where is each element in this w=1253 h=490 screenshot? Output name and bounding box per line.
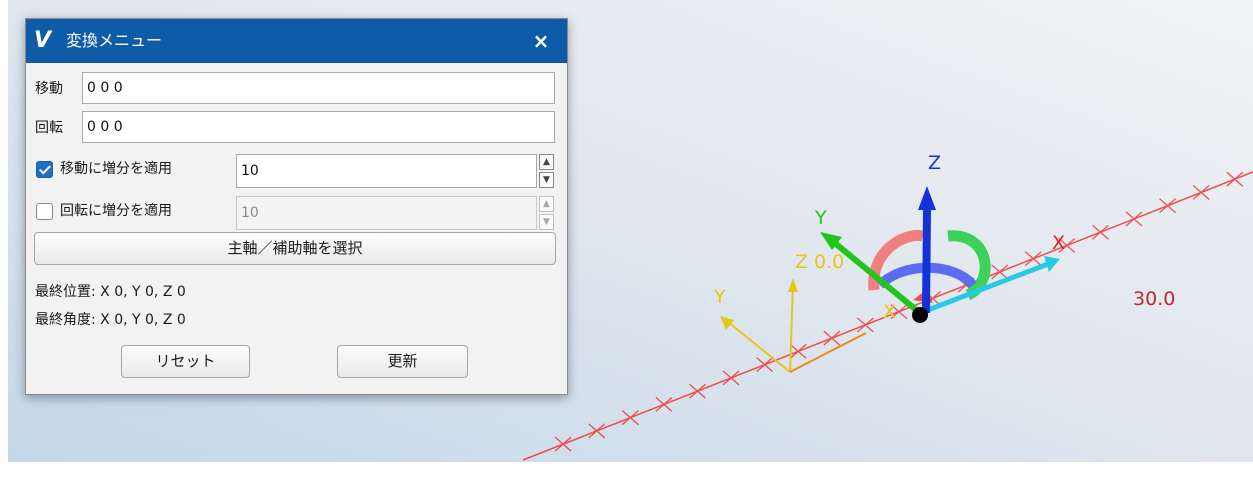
rotate-input[interactable] bbox=[82, 111, 555, 143]
guide-tick-mark bbox=[856, 317, 874, 333]
guide-tick-mark bbox=[789, 343, 807, 359]
spin-up-icon[interactable]: ▲ bbox=[539, 196, 554, 212]
guide-tick-mark bbox=[588, 423, 606, 439]
spin-up-icon[interactable]: ▲ bbox=[539, 154, 554, 170]
rotate-increment-stepper[interactable]: ▲ ▼ bbox=[539, 196, 554, 230]
guide-tick-mark bbox=[655, 396, 673, 412]
dialog-title: 変換メニュー bbox=[66, 31, 163, 50]
dimension-value: 30.0 bbox=[1133, 288, 1175, 310]
app-logo-icon: V bbox=[34, 28, 52, 53]
transform-menu-dialog: V 変換メニュー × 移動 回転 移動に増分を適用 ▲ ▼ 回転に増分を適用 ▲… bbox=[25, 18, 568, 395]
spin-down-icon[interactable]: ▼ bbox=[539, 214, 554, 230]
guide-tick-mark bbox=[1192, 184, 1210, 200]
guide-tick-mark bbox=[722, 370, 740, 386]
gizmo-origin[interactable] bbox=[912, 307, 928, 323]
x-axis-label: X bbox=[1052, 232, 1065, 254]
close-button[interactable]: × bbox=[529, 29, 553, 53]
z-axis-label: Z bbox=[928, 152, 941, 174]
transform-gizmo[interactable]: Z Y X bbox=[814, 152, 1065, 323]
move-label: 移動 bbox=[35, 81, 63, 97]
secondary-x-label: X bbox=[883, 301, 896, 323]
select-axis-button[interactable]: 主軸／補助軸を選択 bbox=[34, 232, 556, 265]
guide-tick-mark bbox=[689, 383, 706, 399]
rotate-increment-checkbox[interactable] bbox=[36, 203, 53, 220]
move-increment-label: 移動に増分を適用 bbox=[60, 161, 172, 177]
final-position-text: 最終位置: X 0, Y 0, Z 0 bbox=[35, 284, 186, 300]
guide-tick-mark bbox=[1159, 198, 1177, 214]
guide-tick-mark bbox=[1024, 251, 1042, 267]
guide-tick-mark bbox=[1226, 171, 1244, 187]
move-increment-stepper[interactable]: ▲ ▼ bbox=[539, 154, 554, 188]
guide-tick-mark bbox=[756, 357, 774, 373]
y-axis-label: Y bbox=[814, 207, 827, 229]
update-button[interactable]: 更新 bbox=[337, 345, 468, 378]
rotate-increment-input[interactable] bbox=[236, 196, 537, 230]
secondary-z-label: Z 0.0 bbox=[795, 251, 844, 273]
guide-tick-mark bbox=[1092, 224, 1109, 240]
rotate-increment-label: 回転に増分を適用 bbox=[60, 203, 172, 219]
z-move-arrow[interactable] bbox=[922, 209, 931, 314]
secondary-y-label: Y bbox=[713, 286, 726, 308]
move-input[interactable] bbox=[82, 72, 555, 104]
move-increment-input[interactable] bbox=[236, 154, 537, 188]
rotate-label: 回転 bbox=[35, 120, 63, 136]
spin-down-icon[interactable]: ▼ bbox=[539, 172, 554, 188]
reset-button[interactable]: リセット bbox=[121, 345, 250, 378]
guide-tick-mark bbox=[1125, 211, 1143, 227]
dialog-titlebar[interactable]: V 変換メニュー × bbox=[26, 19, 567, 63]
final-angle-text: 最終角度: X 0, Y 0, Z 0 bbox=[35, 312, 186, 328]
guide-tick-mark bbox=[991, 264, 1009, 280]
guide-tick-mark bbox=[823, 330, 841, 346]
guide-tick-mark bbox=[554, 436, 572, 452]
guide-tick-mark bbox=[621, 410, 639, 426]
move-increment-checkbox[interactable] bbox=[36, 161, 53, 178]
